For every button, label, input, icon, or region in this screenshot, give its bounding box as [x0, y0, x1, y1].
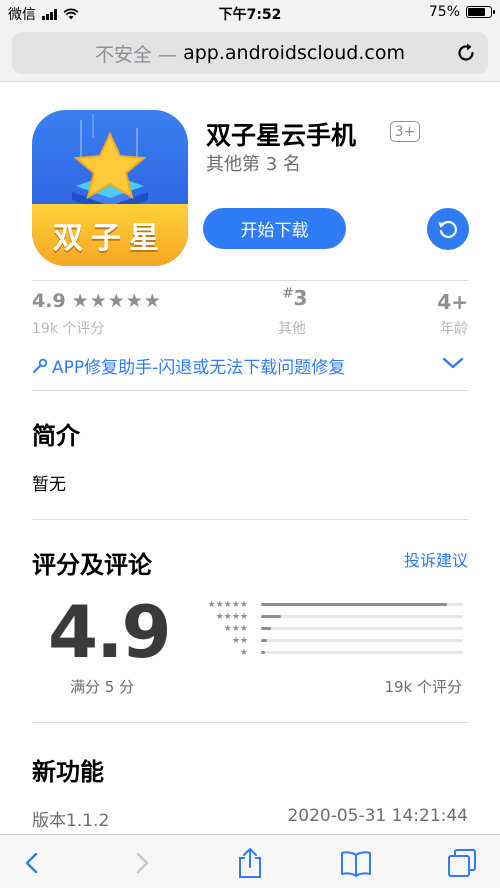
stat-rating-count: 19k 个评分	[32, 321, 105, 337]
app-rank: 其他第 3 名	[206, 154, 301, 175]
app-icon-banner: 双子星	[32, 204, 188, 266]
download-button[interactable]: 开始下载	[203, 208, 346, 249]
bottom-toolbar	[0, 834, 500, 888]
report-link[interactable]: 投诉建议	[404, 547, 468, 571]
age-badge: 3+	[390, 121, 420, 142]
rating-bar-fill	[261, 603, 447, 606]
rating-bar-fill	[261, 651, 266, 654]
rating-row: ★★	[186, 635, 466, 647]
rating-row-stars: ★	[239, 648, 248, 658]
stat-rating-value: 4.9	[32, 290, 66, 312]
divider	[32, 390, 468, 391]
insecure-label: 不安全 —	[95, 43, 178, 66]
rating-row: ★★★★★	[186, 599, 466, 611]
rating-row-stars: ★★★★	[215, 612, 248, 622]
rating-row-stars: ★★★★★	[207, 600, 248, 610]
rating-distribution: ★★★★★ ★★★★ ★★★ ★★ ★	[186, 599, 466, 659]
refresh-icon	[438, 220, 457, 239]
share-button[interactable]	[234, 847, 266, 879]
back-button[interactable]	[16, 847, 48, 879]
rank-hash: #	[282, 286, 294, 302]
repair-link[interactable]: APP修复助手-闪退或无法下载问题修复	[32, 353, 345, 378]
stat-age: 4+	[437, 290, 468, 314]
reload-icon[interactable]	[454, 41, 478, 65]
divider	[32, 280, 468, 281]
repair-link-label: APP修复助手-闪退或无法下载问题修复	[52, 358, 346, 378]
stat-rank: #3	[270, 286, 320, 310]
max-score: 满分 5 分	[70, 678, 135, 696]
ratings-title: 评分及评论	[32, 551, 152, 579]
tabs-button[interactable]	[446, 847, 478, 879]
rating-row-stars: ★★★	[223, 624, 248, 634]
rating-bar-fill	[261, 615, 282, 618]
rating-row: ★	[186, 647, 466, 659]
intro-text: 暂无	[32, 475, 66, 495]
bookmarks-icon	[341, 851, 371, 877]
divider	[32, 519, 468, 520]
refresh-button[interactable]	[427, 208, 469, 250]
rank-value: 3	[293, 286, 308, 310]
back-icon	[25, 852, 38, 874]
battery-percent: 75%	[428, 4, 460, 20]
whats-new-title: 新功能	[32, 758, 104, 786]
wrench-icon	[33, 358, 48, 373]
status-time: 下午7:52	[218, 7, 282, 23]
status-bar: 微信 下午7:52 75%	[0, 0, 500, 26]
version-date: 2020-05-31 14:21:44	[287, 806, 468, 826]
forward-button[interactable]	[126, 847, 158, 879]
app-title: 双子星云手机	[206, 121, 357, 150]
rating-row-stars: ★★	[231, 636, 248, 646]
battery-icon	[466, 6, 495, 18]
chevron-down-icon[interactable]	[442, 356, 464, 370]
rating-stars: ★★★★★	[71, 290, 162, 312]
stat-rank-label: 其他	[278, 321, 306, 337]
app-icon: 双子星	[32, 110, 188, 266]
browser-chrome: 不安全 — app.androidscloud.com	[0, 26, 500, 82]
intro-title: 简介	[32, 422, 80, 450]
url-host: app.androidscloud.com	[183, 42, 405, 64]
share-icon	[239, 848, 261, 878]
tabs-icon	[448, 849, 476, 877]
status-right: 75%	[428, 4, 495, 20]
stat-age-label: 年龄	[440, 321, 468, 337]
big-rating: 4.9	[48, 590, 172, 674]
rating-bar-fill	[261, 639, 268, 642]
divider	[32, 722, 468, 723]
address-bar[interactable]: 不安全 — app.androidscloud.com	[12, 32, 488, 74]
rating-row: ★★★★	[186, 611, 466, 623]
forward-icon	[136, 852, 149, 874]
rating-row: ★★★	[186, 623, 466, 635]
rating-bar-fill	[261, 627, 272, 630]
bookmarks-button[interactable]	[340, 847, 372, 879]
review-count: 19k 个评分	[384, 678, 462, 696]
stat-rating: 4.9 ★★★★★	[32, 290, 162, 312]
version-label: 版本1.1.2	[32, 811, 110, 831]
